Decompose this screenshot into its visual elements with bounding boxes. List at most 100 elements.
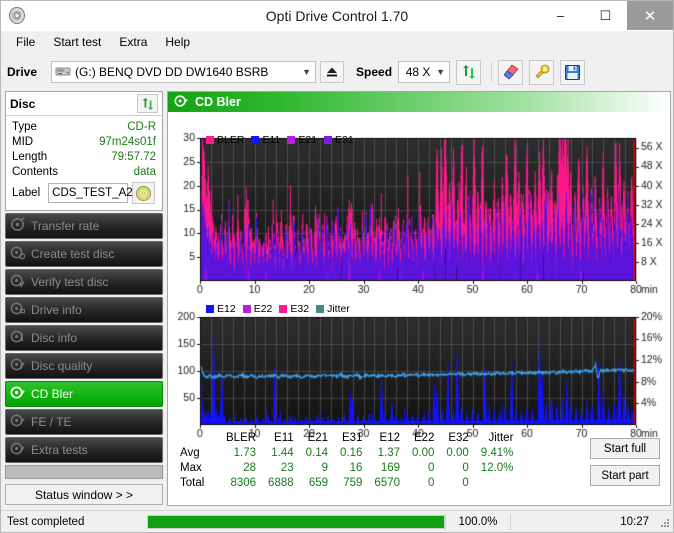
opti-drive-control-window: Opti Drive Control 1.70 – ☐ ✕ File Start… bbox=[0, 0, 674, 533]
stats-cell: 1.37 bbox=[377, 446, 401, 459]
sidebar-item-label: Create test disc bbox=[31, 247, 115, 261]
sidebar-item-disc-info[interactable]: Disc info bbox=[5, 325, 163, 351]
table-row: Avg 1.73 1.44 0.14 0.16 1.37 0.00 0.00 9… bbox=[174, 445, 519, 460]
disc-quality-icon bbox=[10, 357, 25, 375]
sidebar-item-verify-test-disc[interactable]: Verify test disc bbox=[5, 269, 163, 295]
stats-cell: 0.14 bbox=[305, 446, 329, 459]
disc-label-row: Label CDS_TEST_A2 bbox=[6, 181, 162, 205]
disc-refresh-button[interactable] bbox=[137, 94, 158, 113]
main-body: Disc Type CD-R MID 97m24s01f Length 79:5… bbox=[1, 91, 673, 511]
stats-col-e31: E31 bbox=[341, 431, 363, 444]
stats-cell: 0.00 bbox=[446, 446, 469, 459]
legend-item-e31: E31 bbox=[324, 134, 354, 146]
disc-label-button[interactable] bbox=[132, 182, 156, 204]
stats-col-e21: E21 bbox=[307, 431, 329, 444]
status-window-button[interactable]: Status window > > bbox=[5, 484, 163, 505]
stats-cell: 23 bbox=[280, 461, 294, 474]
disc-field-length: Length 79:57.72 bbox=[6, 149, 162, 164]
disc-field-type-key: Type bbox=[12, 120, 37, 133]
title-bar: Opti Drive Control 1.70 – ☐ ✕ bbox=[1, 1, 673, 31]
maximize-button[interactable]: ☐ bbox=[583, 1, 628, 30]
tools-button[interactable] bbox=[529, 59, 555, 85]
menu-item-start-test[interactable]: Start test bbox=[44, 33, 110, 51]
stats-cell: 0 bbox=[462, 476, 469, 489]
disc-label-key: Label bbox=[12, 187, 41, 199]
disc-field-length-value: 79:57.72 bbox=[111, 150, 156, 163]
refresh-button[interactable] bbox=[456, 59, 482, 85]
erase-disc-button[interactable] bbox=[498, 59, 524, 85]
disc-box-title: Disc bbox=[10, 96, 36, 111]
save-button[interactable] bbox=[560, 59, 586, 85]
stats-cell: 0 bbox=[428, 476, 435, 489]
stats-row-label: Total bbox=[180, 476, 205, 489]
disc-field-mid-value: 97m24s01f bbox=[99, 135, 156, 148]
drive-select[interactable]: (G:) BENQ DVD DD DW1640 BSRB ▼ bbox=[51, 61, 317, 83]
disc-check-icon bbox=[10, 273, 25, 291]
left-panel: Disc Type CD-R MID 97m24s01f Length 79:5… bbox=[5, 91, 163, 506]
disc-field-mid: MID 97m24s01f bbox=[6, 134, 162, 149]
speed-select[interactable]: 48 X ▼ bbox=[398, 61, 451, 83]
top-chart-canvas bbox=[168, 126, 672, 301]
sidebar-item-disc-quality[interactable]: Disc quality bbox=[5, 353, 163, 379]
resize-grip-icon[interactable] bbox=[659, 517, 671, 529]
stats-cell: 659 bbox=[308, 476, 329, 489]
eject-button[interactable] bbox=[320, 61, 345, 83]
sidebar-item-fe-te[interactable]: FE / TE bbox=[5, 409, 163, 435]
stats-cell: 0 bbox=[428, 461, 435, 474]
disc-field-mid-key: MID bbox=[12, 135, 34, 148]
disc-field-contents-value: data bbox=[133, 165, 156, 178]
cd-bler-icon bbox=[174, 94, 188, 111]
drive-toolbar: Drive (G:) BENQ DVD DD DW1640 BSRB ▼ Spe… bbox=[1, 53, 673, 91]
extra-tests-icon bbox=[10, 441, 25, 459]
start-full-button[interactable]: Start full bbox=[590, 438, 660, 459]
disc-label-input[interactable]: CDS_TEST_A2 bbox=[48, 183, 133, 203]
stats-row-label: Max bbox=[180, 461, 202, 474]
legend-item-jitter: Jitter bbox=[316, 303, 350, 315]
refresh-arrows-icon bbox=[462, 65, 475, 79]
sidebar-item-label: Verify test disc bbox=[31, 275, 109, 289]
sidebar-item-label: Transfer rate bbox=[31, 219, 100, 233]
progress-fill bbox=[148, 515, 444, 528]
sidebar-item-extra-tests[interactable]: Extra tests bbox=[5, 437, 163, 463]
stats-cell: 9 bbox=[321, 461, 329, 474]
sidebar-item-label: Drive info bbox=[31, 303, 82, 317]
stats-cell: 6888 bbox=[268, 476, 294, 489]
legend-swatch-e11 bbox=[251, 136, 260, 144]
fe-te-icon bbox=[10, 413, 25, 431]
legend-item-e32: E32 bbox=[279, 303, 309, 315]
menu-item-file[interactable]: File bbox=[7, 33, 44, 51]
legend-item-bler: BLER bbox=[206, 134, 244, 146]
drive-icon bbox=[55, 63, 71, 82]
stats-header-row: BLER E11 E21 E31 E12 E22 E32 Jitter bbox=[174, 430, 519, 445]
eject-icon bbox=[327, 67, 338, 77]
legend-label: E21 bbox=[298, 134, 318, 146]
bottom-chart-legend: E12 E22 E32 Jitter bbox=[206, 303, 357, 315]
stats-cell: 0.16 bbox=[340, 446, 363, 459]
legend-swatch-e31 bbox=[324, 136, 333, 144]
table-row: Max 28 23 9 16 169 0 0 12.0% bbox=[174, 460, 519, 475]
sidebar-item-create-test-disc[interactable]: Create test disc bbox=[5, 241, 163, 267]
drive-value: (G:) BENQ DVD DD DW1640 BSRB bbox=[75, 65, 269, 79]
chevron-down-icon: ▼ bbox=[436, 67, 445, 77]
bottom-chart-canvas bbox=[168, 295, 672, 445]
menu-item-extra[interactable]: Extra bbox=[110, 33, 156, 51]
drive-info-icon bbox=[10, 301, 26, 319]
start-part-button[interactable]: Start part bbox=[590, 465, 660, 486]
sidebar-item-drive-info[interactable]: Drive info bbox=[5, 297, 163, 323]
sidebar-item-cd-bler[interactable]: CD Bler bbox=[5, 381, 163, 407]
stats-row-label: Avg bbox=[180, 446, 200, 459]
disc-info-icon bbox=[10, 329, 25, 347]
menu-item-help[interactable]: Help bbox=[156, 33, 199, 51]
stats-cell: 8306 bbox=[230, 476, 257, 489]
stats-col-e12: E12 bbox=[379, 431, 401, 444]
minimize-button[interactable]: – bbox=[538, 1, 583, 30]
disc-field-contents-key: Contents bbox=[12, 165, 59, 178]
clock-text: 10:27 bbox=[620, 515, 649, 528]
stats-cell: 16 bbox=[349, 461, 363, 474]
top-chart-legend: BLER E11 E21 E31 bbox=[206, 134, 361, 146]
close-button[interactable]: ✕ bbox=[627, 1, 673, 30]
stats-cell: 759 bbox=[343, 476, 363, 489]
cd-disc-icon bbox=[136, 185, 152, 201]
sidebar-item-label: CD Bler bbox=[31, 387, 74, 401]
sidebar-item-transfer-rate[interactable]: Transfer rate bbox=[5, 213, 163, 239]
